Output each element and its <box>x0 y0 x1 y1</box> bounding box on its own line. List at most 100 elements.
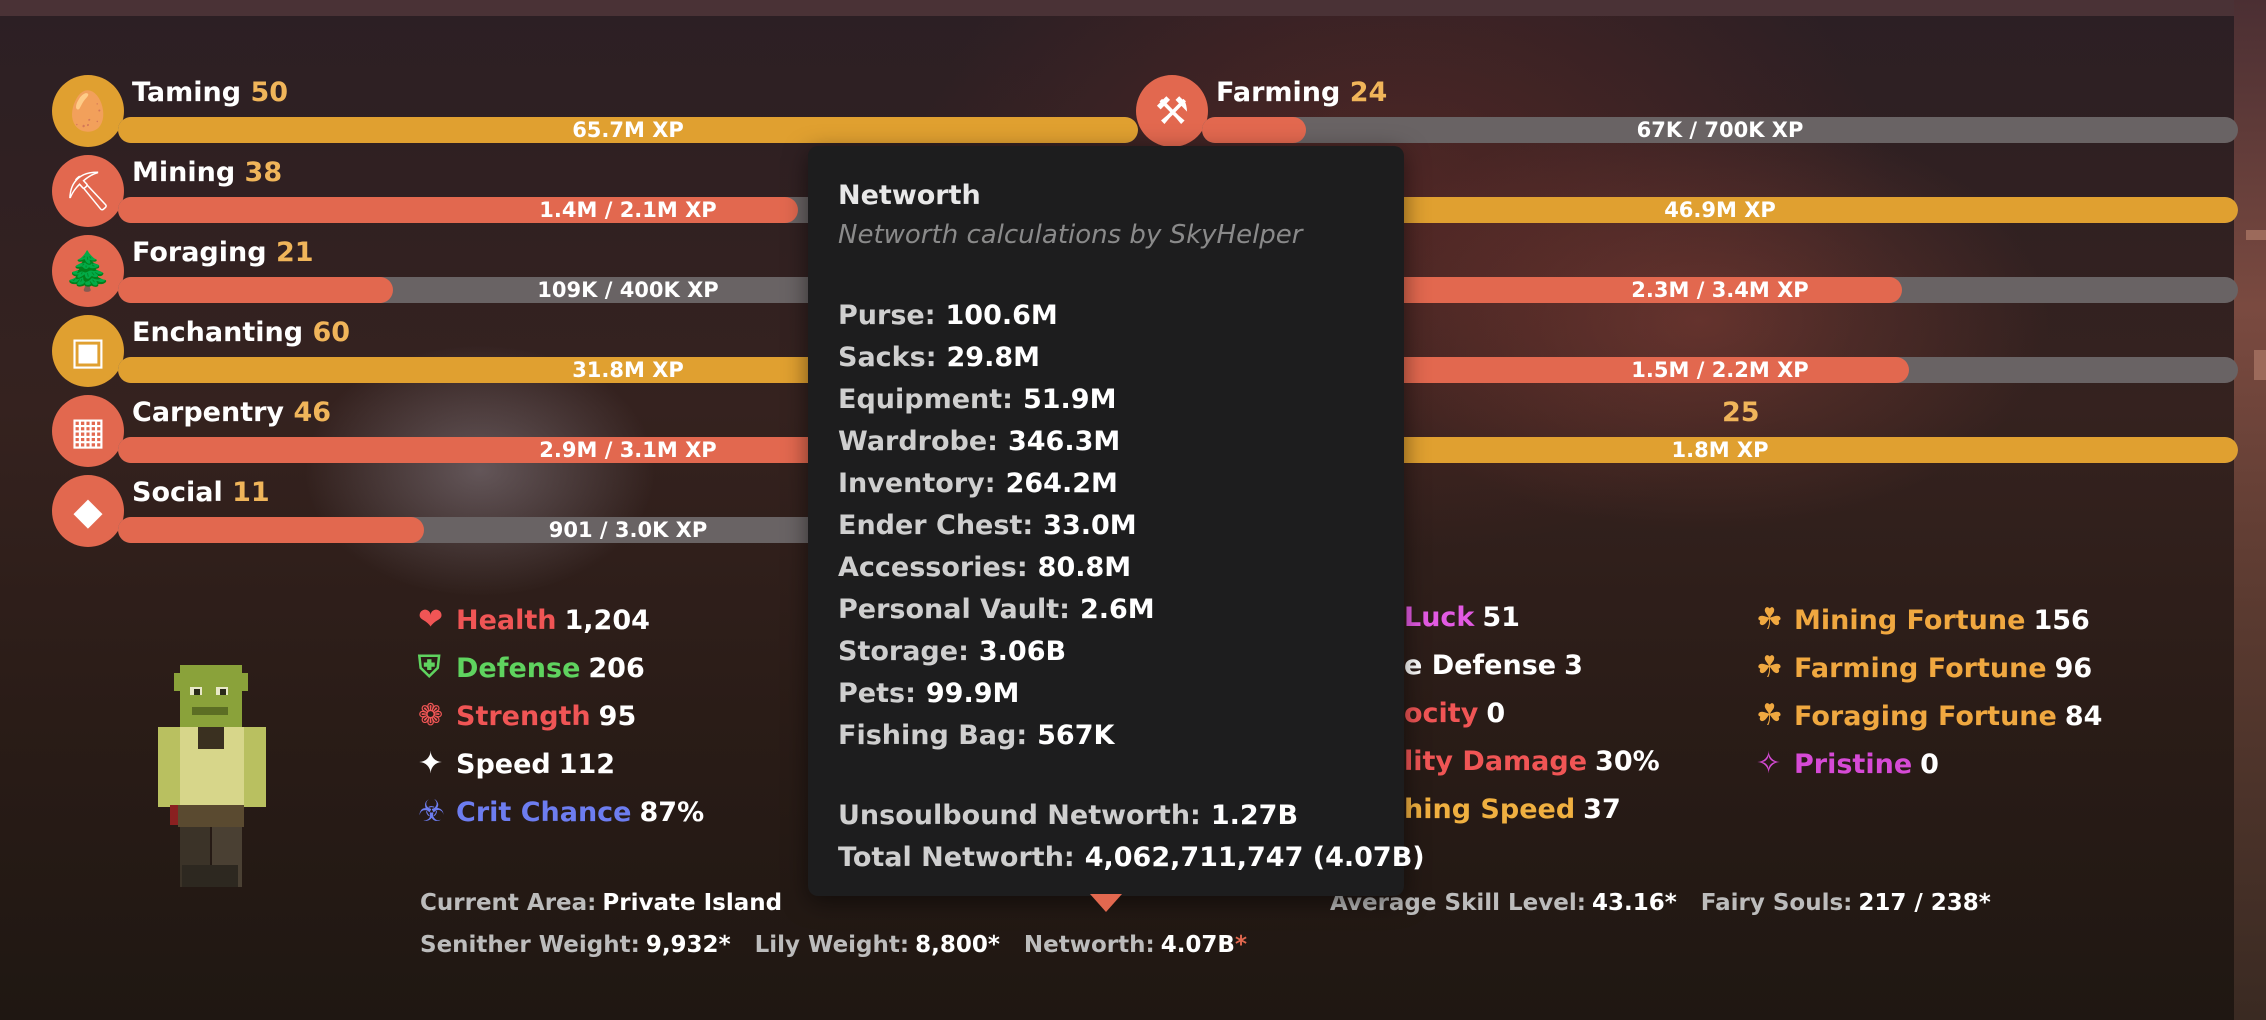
skill-xp-text: 67K / 700K XP <box>1636 118 1804 142</box>
clover-icon: ☘ <box>1756 698 1783 733</box>
stat-value: 3 <box>1564 650 1583 681</box>
enchanting-table-icon: ▣ <box>52 315 124 387</box>
networth-row: Fishing Bag: 567K <box>838 720 1115 751</box>
stat-pristine: ✧ Pristine 0 <box>1756 746 1939 781</box>
stat-value: 112 <box>558 749 616 780</box>
networth-row: Purse: 100.6M <box>838 300 1058 331</box>
skill-name: Mining 38 <box>132 157 283 188</box>
stat-value: 95 <box>598 701 637 732</box>
networth-label[interactable]: Networth: <box>1024 932 1155 958</box>
tooltip-subtitle: Networth calculations by SkyHelper <box>838 220 1303 250</box>
player-avatar <box>158 665 266 887</box>
crit-chance-icon: ☣ <box>418 794 445 829</box>
info-row-1b: Average Skill Level: 43.16* Fairy Souls: 21… <box>1330 890 2015 916</box>
spawn-egg-icon: 🥚 <box>52 75 124 147</box>
stat-crit-chance: ☣ Crit Chance 87% <box>418 794 704 829</box>
networth-tooltip: Networth Networth calculations by SkyHel… <box>808 146 1425 912</box>
unsoulbound-networth-row: Unsoulbound Networth: 1.27B <box>838 800 1299 831</box>
clover-icon: ☘ <box>1756 602 1783 637</box>
networth-row: Inventory: 264.2M <box>838 468 1118 499</box>
stat-value: 84 <box>2064 701 2103 732</box>
pickaxe-icon: ⛏ <box>52 155 124 227</box>
stat-value: 30% <box>1595 746 1660 777</box>
networth-value[interactable]: 4.07B* <box>1161 932 1247 958</box>
networth-row: Accessories: 80.8M <box>838 552 1132 583</box>
senither-weight-value: 9,932* <box>645 932 731 958</box>
tooltip-arrow <box>1090 894 1122 912</box>
tooltip-title: Networth <box>838 180 981 211</box>
stat-name: hing Speed <box>1404 794 1576 825</box>
total-networth-row: Total Networth: 4,062,711,747 (4.07B) <box>838 842 1425 873</box>
networth-row: Wardrobe: 346.3M <box>838 426 1121 457</box>
networth-row: Pets: 99.9M <box>838 678 1020 709</box>
networth-asterisk: * <box>1234 932 1247 958</box>
stat-mining-fortune: ☘ Mining Fortune 156 <box>1756 602 2090 637</box>
stat-foraging-fortune: ☘ Foraging Fortune 84 <box>1756 698 2102 733</box>
stat-name: Speed <box>456 749 551 780</box>
speed-icon: ✦ <box>418 746 444 781</box>
stat-name: Defense <box>456 653 581 684</box>
skill-xp-text: 65.7M XP <box>572 118 684 142</box>
heart-icon: ❤ <box>418 602 444 637</box>
stat-luck: Luck 51 <box>1404 602 1520 633</box>
skill-name: Enchanting 60 <box>132 317 351 348</box>
stat-value: 96 <box>2054 653 2093 684</box>
stat-speed: ✦ Speed 112 <box>418 746 615 781</box>
stat-value: 1,204 <box>564 605 650 636</box>
info-label: Fairy Souls: <box>1700 890 1853 916</box>
stat-health: ❤ Health 1,204 <box>418 602 650 637</box>
skill-farming: ⚒ Farming 24 67K / 700K XP <box>1136 75 2242 147</box>
stat-name: Mining Fortune <box>1794 605 2026 636</box>
skill-xp-bar: 67K / 700K XP <box>1202 117 2238 143</box>
skill-taming: 🥚 Taming 50 65.7M XP <box>52 75 1142 147</box>
stat-value: 156 <box>2033 605 2090 636</box>
sapling-icon: 🌲 <box>52 235 124 307</box>
stat-value: 37 <box>1583 794 1621 825</box>
stat-name: lity Damage <box>1404 746 1588 777</box>
pristine-icon: ✧ <box>1756 746 1782 781</box>
top-edge <box>0 0 2234 16</box>
stat-hing-speed: hing Speed 37 <box>1404 794 1621 825</box>
strength-icon: ❁ <box>418 698 444 733</box>
stat-value: 51 <box>1482 602 1520 633</box>
info-row-1: Current Area: Private Island <box>420 890 806 916</box>
hoe-icon: ⚒ <box>1136 75 1208 147</box>
stat-value: 0 <box>1486 698 1506 729</box>
stat-farming-fortune: ☘ Farming Fortune 96 <box>1756 650 2092 685</box>
lily-weight-label: Lily Weight: <box>754 932 910 958</box>
networth-row: Personal Vault: 2.6M <box>838 594 1155 625</box>
stat-name: Foraging Fortune <box>1794 701 2057 732</box>
networth-row: Storage: 3.06B <box>838 636 1067 667</box>
stat-name: Crit Chance <box>456 797 632 828</box>
crafting-table-icon: ▦ <box>52 395 124 467</box>
stat-defense: ⛨ Defense 206 <box>418 650 645 685</box>
skill-level: 60 <box>303 317 351 348</box>
stat-lity-damage: lity Damage 30% <box>1404 746 1660 777</box>
skill-name: Carpentry 46 <box>132 397 332 428</box>
emerald-icon: ◆ <box>52 475 124 547</box>
shield-icon: ⛨ <box>418 650 441 685</box>
skill-level: 25 <box>1722 397 1760 428</box>
skill-xp-bar: 65.7M XP <box>118 117 1138 143</box>
skill-name: Farming 24 <box>1216 77 1388 108</box>
stat-name: e Defense <box>1404 650 1557 681</box>
info-value: Private Island <box>602 890 783 916</box>
stat-name: Luck <box>1404 602 1475 633</box>
skill-name: 25 <box>1722 397 1760 428</box>
clover-icon: ☘ <box>1756 650 1783 685</box>
skill-level: 38 <box>235 157 283 188</box>
networth-row: Sacks: 29.8M <box>838 342 1040 373</box>
stat-value: 87% <box>639 797 705 828</box>
stat-name: ocity <box>1404 698 1479 729</box>
skill-level: 21 <box>266 237 314 268</box>
info-label: Current Area: <box>420 890 597 916</box>
stat-value: 0 <box>1920 749 1939 780</box>
lily-weight-value: 8,800* <box>915 932 1000 958</box>
senither-weight-label: Senither Weight: <box>420 932 640 958</box>
stat-name: Strength <box>456 701 591 732</box>
stat-strength: ❁ Strength 95 <box>418 698 636 733</box>
networth-row: Equipment: 51.9M <box>838 384 1117 415</box>
stat-e-defense: e Defense 3 <box>1404 650 1583 681</box>
stat-value: 206 <box>588 653 645 684</box>
info-value: 217 / 238* <box>1858 890 1991 916</box>
